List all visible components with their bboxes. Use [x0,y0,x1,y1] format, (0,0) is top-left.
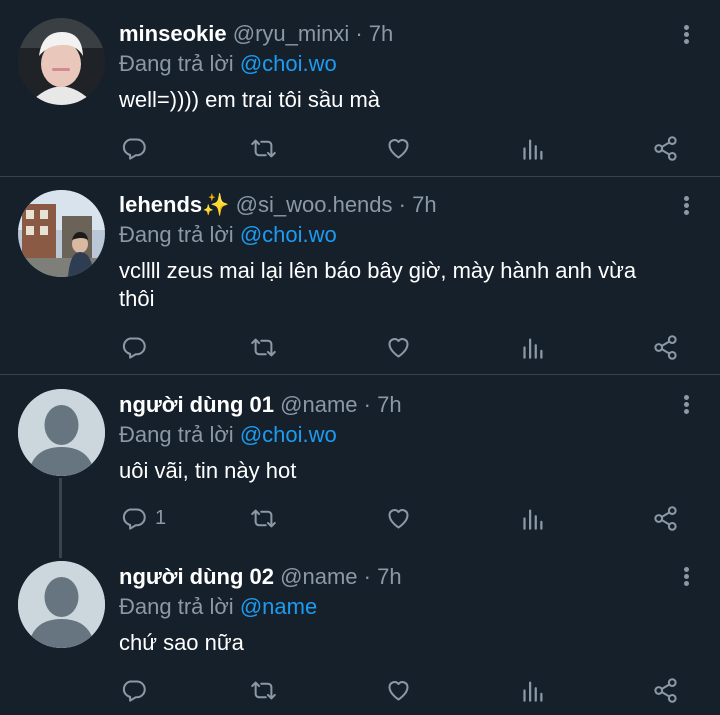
reply-icon [122,137,146,160]
share-icon [654,334,677,360]
default-avatar-icon [18,561,105,648]
share-button[interactable] [652,675,679,705]
separator-dot: · [355,21,363,46]
reply-button[interactable] [120,675,155,705]
timestamp[interactable]: 7h [377,392,401,417]
analytics-button[interactable] [520,503,547,533]
more-vertical-icon[interactable] [678,23,694,47]
heart-icon [388,138,409,159]
retweet-button[interactable] [250,332,277,362]
avatar[interactable] [18,18,105,105]
replying-to-label: Đang trả lời [119,51,234,76]
tweet-text: well=)))) em trai tôi sầu mà [119,87,381,112]
tweet-feed: minseokie @ryu_minxi · 7h Đang trả lời @… [0,0,720,715]
replying-to: Đang trả lời @choi.wo [119,50,670,78]
reply-count: 1 [155,506,167,529]
share-button[interactable] [652,133,679,163]
user-handle[interactable]: @name [280,392,357,417]
timestamp[interactable]: 7h [412,192,436,217]
user-handle[interactable]: @name [280,564,357,589]
timestamp[interactable]: 7h [369,21,393,46]
like-button[interactable] [385,332,412,362]
user-handle[interactable]: @ryu_minxi [233,21,349,46]
heart-icon [388,508,409,529]
heart-icon [388,680,409,701]
display-name[interactable]: người dùng 02 [119,564,274,589]
more-vertical-icon[interactable] [678,565,694,589]
share-icon [654,677,677,703]
reply-button[interactable] [120,133,155,163]
tweet-text: chứ sao nữa [119,630,244,655]
analytics-button[interactable] [520,332,547,362]
avatar[interactable] [18,389,105,476]
heart-icon [388,337,409,358]
analytics-icon [523,509,543,530]
retweet-icon [251,338,276,356]
tweet[interactable]: người dùng 02 @name · 7h Đang trả lời @n… [0,547,720,715]
tweet[interactable]: người dùng 01 @name · 7h Đang trả lời @c… [0,375,720,545]
mention-link[interactable]: @name [240,594,317,619]
reply-icon [122,679,146,702]
mention-link[interactable]: @choi.wo [240,222,337,247]
more-vertical-icon[interactable] [678,194,694,218]
mention-link[interactable]: @choi.wo [240,422,337,447]
more-vertical-icon[interactable] [678,393,694,417]
analytics-icon [523,681,543,702]
separator-dot: · [363,564,371,589]
share-button[interactable] [652,332,679,362]
replying-to-label: Đang trả lời [119,594,234,619]
replying-to: Đang trả lời @choi.wo [119,421,670,449]
analytics-button[interactable] [520,675,547,705]
share-icon [654,505,677,531]
reply-button[interactable]: 1 [120,503,166,533]
analytics-icon [523,338,543,359]
like-button[interactable] [385,133,412,163]
tweet-text: vcllll zeus mai lại lên báo bây giờ, mày… [119,258,637,311]
replying-to: Đang trả lời @choi.wo [119,221,670,249]
display-name[interactable]: minseokie [119,21,227,46]
reply-icon [122,507,146,530]
retweet-button[interactable] [250,675,277,705]
like-button[interactable] [385,675,412,705]
user-handle[interactable]: @si_woo.hends [236,192,393,217]
timestamp[interactable]: 7h [377,564,401,589]
display-name[interactable]: người dùng 01 [119,392,274,417]
retweet-button[interactable] [250,503,277,533]
default-avatar-icon [18,389,105,476]
tweet[interactable]: lehends✨ @si_woo.hends · 7h Đang trả lời… [0,177,720,373]
mention-link[interactable]: @choi.wo [240,51,337,76]
analytics-icon [523,139,543,160]
reply-icon [122,336,146,359]
separator-dot: · [363,392,371,417]
share-icon [654,135,677,161]
tweet-text: uôi vãi, tin này hot [119,458,297,483]
avatar[interactable] [18,561,105,648]
tweet[interactable]: minseokie @ryu_minxi · 7h Đang trả lời @… [0,0,720,176]
share-button[interactable] [652,503,679,533]
retweet-icon [251,681,276,699]
avatar[interactable] [18,190,105,277]
retweet-icon [251,509,276,527]
like-button[interactable] [385,503,412,533]
separator-dot: · [398,192,406,217]
analytics-button[interactable] [520,133,547,163]
retweet-button[interactable] [250,133,277,163]
display-name[interactable]: lehends✨ [119,192,230,217]
retweet-icon [251,139,276,157]
replying-to-label: Đang trả lời [119,222,234,247]
replying-to-label: Đang trả lời [119,422,234,447]
replying-to: Đang trả lời @name [119,593,670,621]
reply-button[interactable] [120,332,155,362]
